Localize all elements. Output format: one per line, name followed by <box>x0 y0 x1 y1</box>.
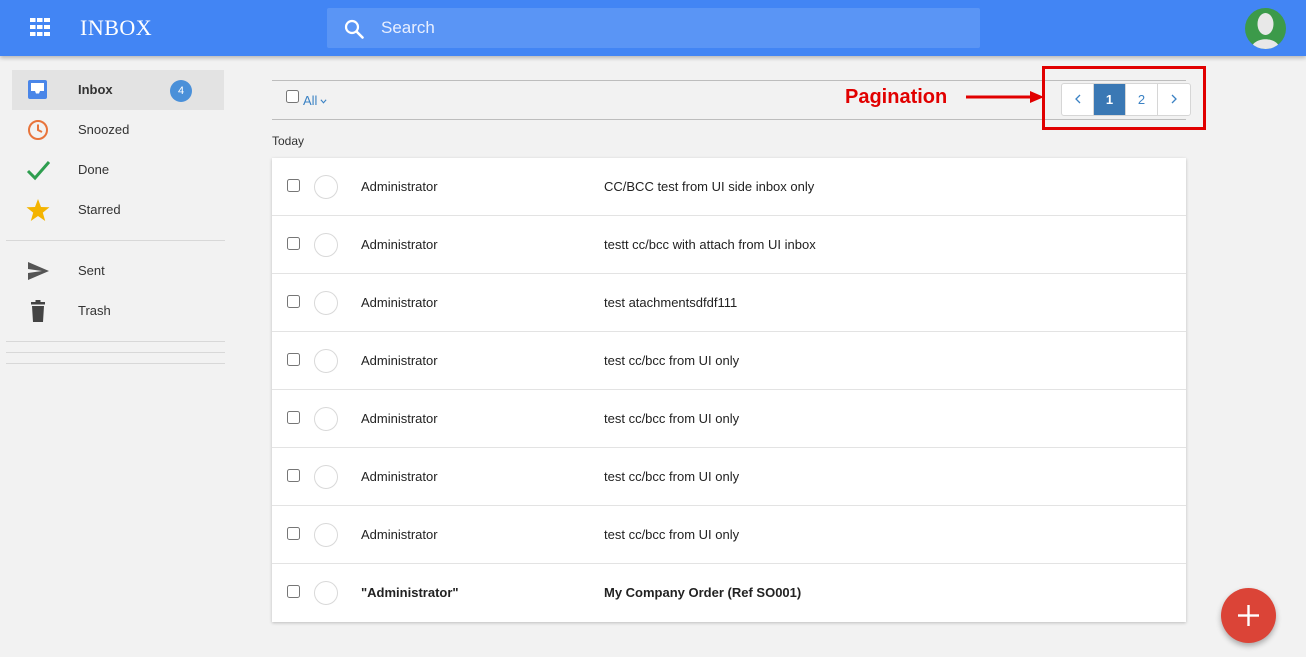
sidebar-item-inbox[interactable]: Inbox 4 <box>12 70 224 110</box>
sidebar-item-starred[interactable]: Starred <box>6 190 225 230</box>
apps-grid-icon[interactable] <box>30 18 50 36</box>
chevron-left-icon <box>1074 94 1080 104</box>
message-row[interactable]: Administrator test cc/bcc from UI only <box>272 506 1186 564</box>
message-row[interactable]: Administrator testt cc/bcc with attach f… <box>272 216 1186 274</box>
check-icon <box>26 161 50 181</box>
message-sender: Administrator <box>361 237 438 252</box>
unread-count-badge: 4 <box>170 80 192 102</box>
message-sender: Administrator <box>361 353 438 368</box>
message-sender: Administrator <box>361 469 438 484</box>
pagination-prev-button[interactable] <box>1062 84 1094 115</box>
sidebar-divider <box>6 363 225 364</box>
sidebar-item-label: Done <box>78 162 110 177</box>
select-all-checkbox[interactable] <box>286 90 299 103</box>
star-icon <box>26 199 50 221</box>
sidebar-item-trash[interactable]: Trash <box>6 291 225 331</box>
sender-avatar-icon <box>314 291 338 315</box>
sidebar-item-label: Trash <box>78 303 111 318</box>
search-icon[interactable] <box>344 19 364 39</box>
search-input[interactable] <box>381 8 961 48</box>
sidebar: Inbox 4 Snoozed Done Starred Sent Trash <box>6 70 225 374</box>
message-subject: test cc/bcc from UI only <box>604 527 740 542</box>
message-subject: test cc/bcc from UI only <box>604 469 740 484</box>
row-checkbox[interactable] <box>287 527 300 540</box>
message-sender: Administrator <box>361 411 438 426</box>
message-subject: test cc/bcc from UI only <box>604 411 740 426</box>
row-checkbox[interactable] <box>287 469 300 482</box>
trash-icon <box>31 300 45 322</box>
compose-button[interactable] <box>1221 588 1276 643</box>
sender-avatar-icon <box>314 465 338 489</box>
sender-avatar-icon <box>314 581 338 605</box>
message-list: Administrator CC/BCC test from UI side i… <box>272 158 1186 622</box>
message-sender: "Administrator" <box>361 585 459 600</box>
row-checkbox[interactable] <box>287 353 300 366</box>
row-checkbox[interactable] <box>287 411 300 424</box>
avatar[interactable] <box>1245 8 1286 49</box>
message-subject: test cc/bcc from UI only <box>604 353 740 368</box>
message-subject: testt cc/bcc with attach from UI inbox <box>604 237 816 252</box>
sender-avatar-icon <box>314 349 338 373</box>
search-bar[interactable] <box>327 8 980 48</box>
message-row[interactable]: Administrator test atachmentsdfdf111 <box>272 274 1186 332</box>
message-row[interactable]: Administrator CC/BCC test from UI side i… <box>272 158 1186 216</box>
filter-dropdown-label: All <box>303 93 318 108</box>
message-subject: My Company Order (Ref SO001) <box>604 585 802 600</box>
message-row[interactable]: Administrator test cc/bcc from UI only <box>272 448 1186 506</box>
clock-icon <box>28 120 48 140</box>
user-avatar-icon <box>1251 13 1280 49</box>
sidebar-item-done[interactable]: Done <box>6 150 225 190</box>
chevron-right-icon <box>1171 94 1177 104</box>
sender-avatar-icon <box>314 523 338 547</box>
top-bar: INBOX <box>0 0 1306 56</box>
pagination-page-1[interactable]: 1 <box>1094 84 1126 115</box>
inbox-icon <box>28 80 47 99</box>
message-subject: test atachmentsdfdf111 <box>604 295 738 310</box>
row-checkbox[interactable] <box>287 295 300 308</box>
annotation-label: Pagination <box>845 86 948 108</box>
pagination: 1 2 <box>1061 83 1191 116</box>
row-checkbox[interactable] <box>287 179 300 192</box>
message-sender: Administrator <box>361 179 438 194</box>
sidebar-item-label: Inbox <box>78 82 113 97</box>
sidebar-divider <box>6 341 225 342</box>
sender-avatar-icon <box>314 175 338 199</box>
sidebar-item-label: Starred <box>78 202 121 217</box>
message-sender: Administrator <box>361 295 438 310</box>
plus-icon <box>1238 605 1259 626</box>
filter-dropdown[interactable]: All <box>303 93 328 108</box>
pagination-next-button[interactable] <box>1158 84 1190 115</box>
message-subject: CC/BCC test from UI side inbox only <box>604 179 815 194</box>
pagination-page-2[interactable]: 2 <box>1126 84 1158 115</box>
sidebar-item-snoozed[interactable]: Snoozed <box>6 110 225 150</box>
message-sender: Administrator <box>361 527 438 542</box>
sidebar-divider <box>6 240 225 241</box>
message-row[interactable]: "Administrator" My Company Order (Ref SO… <box>272 564 1186 622</box>
row-checkbox[interactable] <box>287 237 300 250</box>
date-group-label: Today <box>272 134 305 148</box>
send-icon <box>28 262 49 280</box>
annotation-arrow-icon <box>966 91 1044 103</box>
sidebar-divider <box>6 352 225 353</box>
sender-avatar-icon <box>314 407 338 431</box>
sidebar-item-label: Sent <box>78 263 105 278</box>
page-title: INBOX <box>80 15 153 40</box>
sidebar-item-label: Snoozed <box>78 122 130 137</box>
message-row[interactable]: Administrator test cc/bcc from UI only <box>272 390 1186 448</box>
chevron-down-icon <box>320 99 328 104</box>
sidebar-item-sent[interactable]: Sent <box>6 251 225 291</box>
sender-avatar-icon <box>314 233 338 257</box>
row-checkbox[interactable] <box>287 585 300 598</box>
message-row[interactable]: Administrator test cc/bcc from UI only <box>272 332 1186 390</box>
